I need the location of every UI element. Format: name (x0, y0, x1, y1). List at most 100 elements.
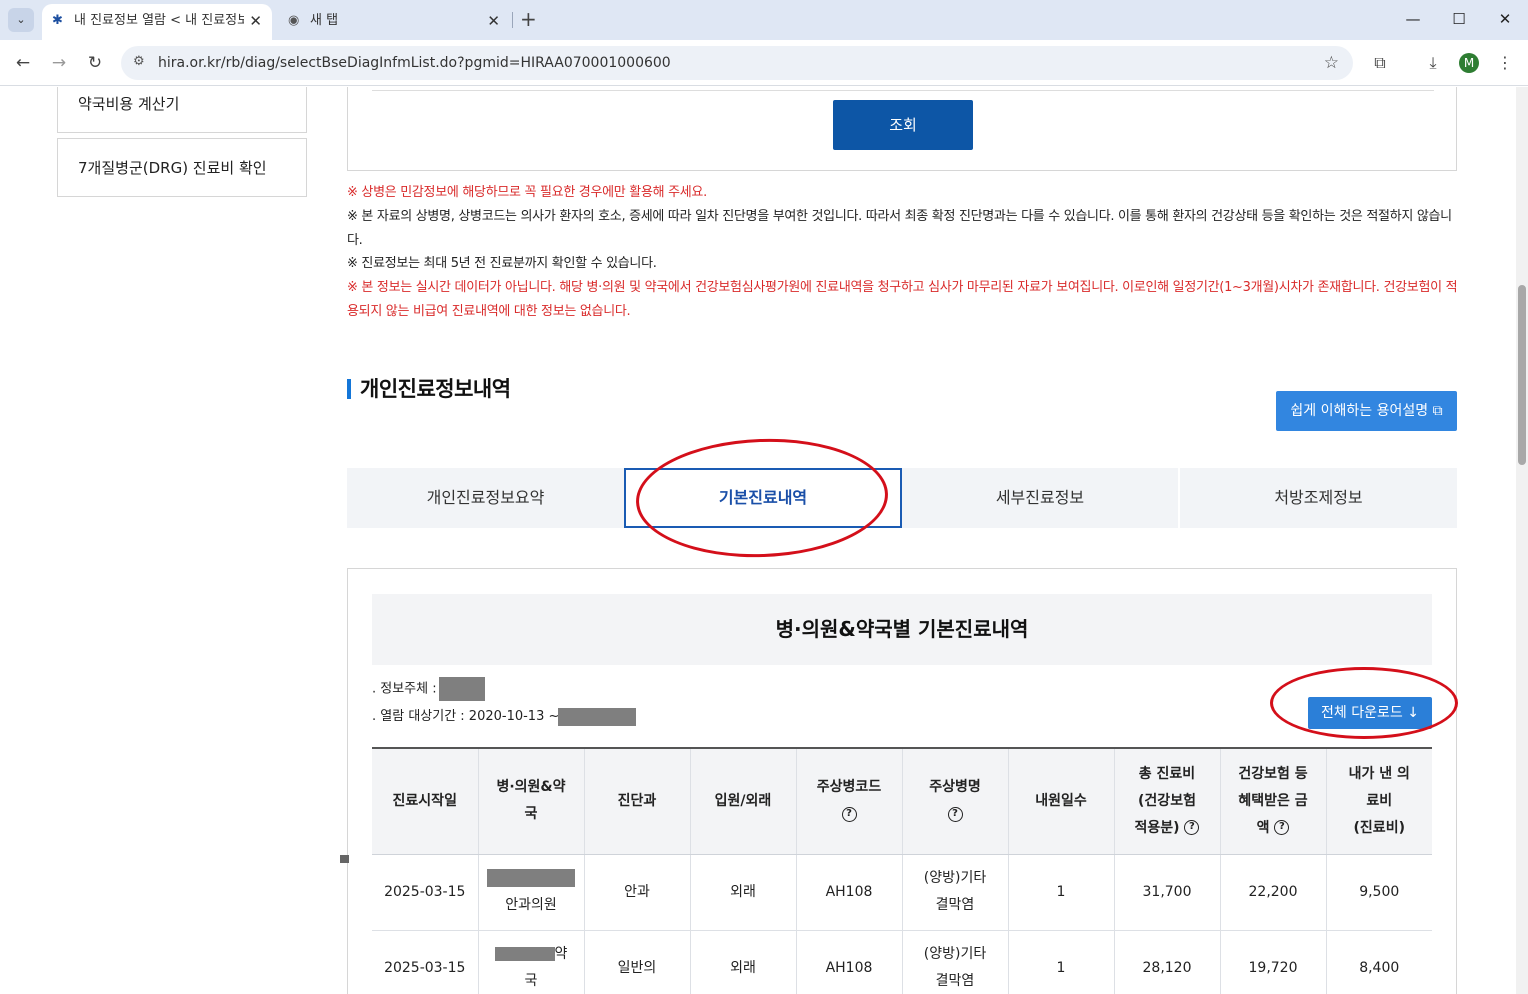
notice-sensitive-info: ※ 상병은 민감정보에 해당하므로 꼭 필요한 경우에만 활용해 주세요. (347, 185, 707, 200)
cell-total-cost: 28,120 (1114, 930, 1221, 994)
tab-search-chevron-icon[interactable]: ⌄ (8, 8, 34, 32)
arrow-down-icon: ↓ (1407, 705, 1419, 721)
redacted-block (438, 677, 485, 701)
col-header-diagnosis-code: 주상병코드? (796, 747, 903, 855)
site-settings-icon[interactable]: ⚙ (133, 54, 145, 69)
col-header-visit-days: 내원일수 (1008, 747, 1115, 855)
terms-explanation-button[interactable]: 쉽게 이해하는 용어설명 ⧉ (1276, 391, 1457, 431)
info-subject-label: . 정보주체 : (372, 681, 437, 697)
window-close-icon[interactable]: ✕ (1482, 0, 1528, 40)
sidebar-item-label: 약국비용 계산기 (78, 95, 180, 113)
col-header-department: 진단과 (584, 747, 691, 855)
col-header-hospital: 병·의원&약 국 (478, 747, 585, 855)
col-header-diagnosis-name: 주상병명? (902, 747, 1009, 855)
cell-hospital: 약 국 (478, 930, 585, 994)
cell-benefit: 19,720 (1220, 930, 1327, 994)
tab-divider (512, 12, 513, 28)
tab-title: 내 진료정보 열람 < 내 진료정보 (74, 13, 244, 28)
table-row[interactable]: 2025-03-15 안과의원 안과 외래 AH108 (양방)기타 결막염 1 … (372, 854, 1432, 931)
cell-diagnosis-code: AH108 (796, 930, 903, 994)
search-button[interactable]: 조회 (833, 100, 973, 150)
help-question-icon[interactable]: ? (1274, 820, 1290, 836)
tab-detail-info[interactable]: 세부진료정보 (902, 468, 1179, 528)
cell-hospital: 안과의원 (478, 854, 585, 931)
cell-paid: 9,500 (1326, 854, 1432, 931)
address-bar[interactable]: ⚙ hira.or.kr/rb/diag/selectBseDiagInfmLi… (121, 46, 1353, 80)
cell-diagnosis-name: (양방)기타 결막염 (902, 854, 1009, 931)
section-title: 개인진료정보내역 (360, 377, 511, 401)
tab-title: 새 탭 (310, 13, 339, 28)
table-row[interactable]: 2025-03-15 약 국 일반의 외래 AH108 (양방)기타 결막염 1 … (372, 930, 1432, 994)
view-period-label: . 열람 대상기간 : 2020-10-13 ~ (372, 709, 560, 724)
browser-tab-active[interactable]: ✱ 내 진료정보 열람 < 내 진료정보 ✕ (42, 4, 272, 40)
more-menu-icon[interactable]: ⋮ (1492, 50, 1518, 76)
cell-paid: 8,400 (1326, 930, 1432, 994)
records-heading: 병·의원&약국별 기본진료내역 (372, 594, 1432, 665)
sidebar-item-label: 7개질병군(DRG) 진료비 확인 (78, 159, 267, 177)
cell-department: 안과 (584, 854, 691, 931)
tab-prescription-info[interactable]: 처방조제정보 (1180, 468, 1457, 528)
info-subject: . 정보주체 : (372, 677, 485, 701)
cell-department: 일반의 (584, 930, 691, 994)
maximize-icon[interactable]: ☐ (1436, 0, 1482, 40)
col-header-total-cost: 총 진료비 (건강보험 적용분) ? (1114, 747, 1221, 855)
col-header-start-date: 진료시작일 (372, 747, 479, 855)
close-tab-icon[interactable]: ✕ (487, 4, 500, 38)
col-header-visit-type: 입원/외래 (690, 747, 797, 855)
download-button-label: 전체 다운로드 (1321, 705, 1403, 721)
col-header-paid-by-me: 내가 낸 의 료비 (진료비) (1326, 747, 1432, 855)
page-scrollbar[interactable] (1516, 87, 1528, 994)
external-link-icon: ⧉ (1432, 403, 1443, 419)
browser-tab-new[interactable]: ◉ 새 탭 ✕ (278, 4, 510, 40)
back-arrow-icon[interactable]: ← (10, 50, 36, 76)
cell-benefit: 22,200 (1220, 854, 1327, 931)
help-question-icon[interactable]: ? (1184, 820, 1200, 836)
browser-toolbar: ← → ↻ ⚙ hira.or.kr/rb/diag/selectBseDiag… (0, 40, 1528, 86)
download-all-button[interactable]: 전체 다운로드 ↓ (1308, 697, 1432, 729)
col-header-insurance-benefit: 건강보험 등 혜택받은 금액 ? (1220, 747, 1327, 855)
help-question-icon[interactable]: ? (841, 806, 857, 822)
profile-avatar[interactable]: M (1459, 53, 1479, 73)
notice-diagnosis-disclaimer: ※ 본 자료의 상병명, 상병코드는 의사가 환자의 호소, 증세에 따라 일차… (347, 209, 1452, 248)
new-tab-plus-icon[interactable]: + (520, 8, 537, 30)
page-tabs: 개인진료정보요약 기본진료내역 세부진료정보 처방조제정보 (347, 468, 1457, 528)
sidebar-item-drg[interactable]: 7개질병군(DRG) 진료비 확인 (57, 138, 307, 197)
help-question-icon[interactable]: ? (947, 806, 963, 822)
sidebar-item-pharmacy-calculator[interactable]: 약국비용 계산기 (57, 87, 307, 133)
tab-basic-records[interactable]: 기본진료내역 (624, 468, 902, 528)
records-panel: 병·의원&약국별 기본진료내역 . 정보주체 : . 열람 대상기간 : 202… (347, 568, 1457, 994)
redacted-block (494, 947, 555, 961)
notice-five-years: ※ 진료정보는 최대 5년 전 진료분까지 확인할 수 있습니다. (347, 256, 657, 271)
cell-visit-type: 외래 (690, 854, 797, 931)
divider (372, 90, 1434, 91)
search-panel: 조회 (347, 87, 1457, 171)
notice-not-realtime: ※ 본 정보는 실시간 데이터가 아닙니다. 해당 병·의원 및 약국에서 건강… (347, 280, 1458, 319)
view-period: . 열람 대상기간 : 2020-10-13 ~ (372, 705, 636, 726)
terms-button-label: 쉽게 이해하는 용어설명 (1290, 403, 1429, 419)
tab-summary[interactable]: 개인진료정보요약 (347, 468, 624, 528)
bookmark-star-icon[interactable]: ☆ (1324, 46, 1339, 80)
cell-visit-days: 1 (1008, 930, 1115, 994)
cell-diagnosis-name: (양방)기타 결막염 (902, 930, 1009, 994)
extensions-puzzle-icon[interactable]: ⧉ (1367, 50, 1393, 76)
close-tab-icon[interactable]: ✕ (249, 4, 262, 38)
redacted-block (487, 869, 575, 887)
forward-arrow-icon[interactable]: → (46, 50, 72, 76)
cell-total-cost: 31,700 (1114, 854, 1221, 931)
scrollbar-thumb[interactable] (1518, 285, 1526, 465)
section-title-accent (347, 379, 351, 399)
hira-favicon-icon: ✱ (52, 13, 63, 28)
chrome-favicon-icon: ◉ (288, 13, 300, 28)
cell-diagnosis-code: AH108 (796, 854, 903, 931)
reload-icon[interactable]: ↻ (82, 50, 108, 76)
page-viewport: 약국비용 계산기 7개질병군(DRG) 진료비 확인 조회 ※ 상병은 민감정보… (0, 87, 1516, 994)
minimize-icon[interactable]: — (1390, 0, 1436, 40)
redacted-block (557, 707, 636, 726)
url-text[interactable]: hira.or.kr/rb/diag/selectBseDiagInfmList… (158, 46, 671, 80)
records-table: 진료시작일 병·의원&약 국 진단과 입원/외래 주상병코드? 주상병명? 내원일… (372, 747, 1432, 994)
table-header-row: 진료시작일 병·의원&약 국 진단과 입원/외래 주상병코드? 주상병명? 내원일… (372, 747, 1432, 855)
cell-date: 2025-03-15 (372, 930, 479, 994)
cell-date: 2025-03-15 (372, 854, 479, 931)
cell-visit-days: 1 (1008, 854, 1115, 931)
download-icon[interactable]: ⤓ (1420, 50, 1446, 76)
